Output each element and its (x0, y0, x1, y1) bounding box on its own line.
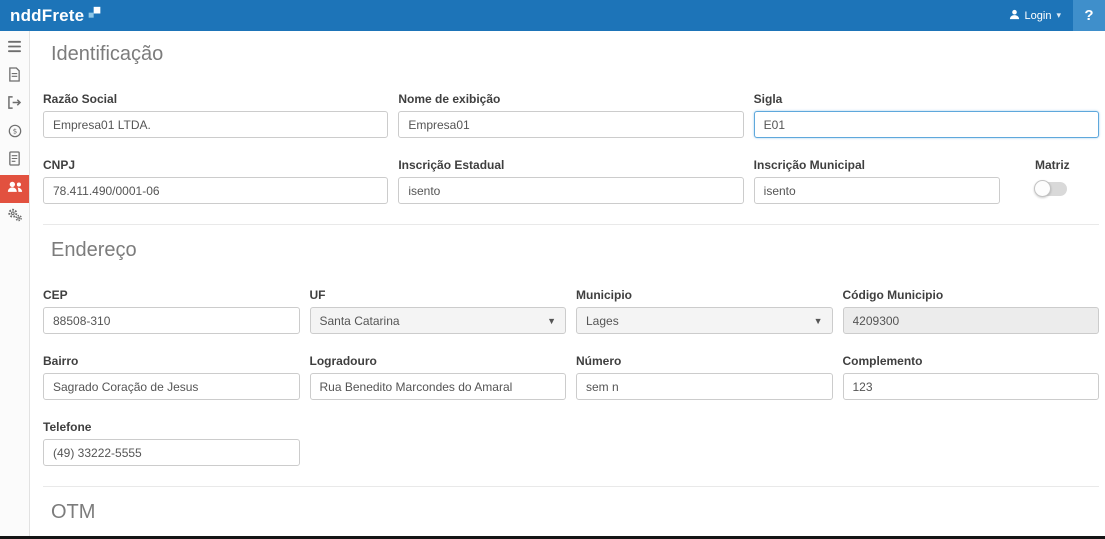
section-divider (43, 486, 1099, 487)
codigo-municipio-label: Código Municipio (843, 288, 1100, 302)
export-icon (7, 96, 22, 114)
municipio-label: Municipio (576, 288, 833, 302)
numero-label: Número (576, 354, 833, 368)
endereco-row-2: Bairro Logradouro Número Complemento (43, 354, 1099, 400)
sidebar: $ (0, 31, 30, 539)
section-title-endereco: Endereço (51, 239, 1099, 262)
user-icon (1009, 9, 1020, 23)
sigla-input[interactable] (754, 111, 1099, 138)
bairro-label: Bairro (43, 354, 300, 368)
coin-icon: $ (8, 124, 22, 143)
uf-select[interactable]: Santa Catarina ▼ (310, 307, 567, 334)
inscricao-municipal-label: Inscrição Municipal (754, 158, 1000, 172)
bairro-input[interactable] (43, 373, 300, 400)
menu-icon (7, 40, 22, 58)
brand-logo[interactable]: nddFrete (0, 6, 102, 26)
topbar-right: Login ▾ ? (997, 0, 1105, 31)
complemento-input[interactable] (843, 373, 1100, 400)
svg-text:$: $ (12, 127, 16, 135)
brand-squares-icon (87, 6, 102, 26)
nome-exibicao-input[interactable] (398, 111, 743, 138)
cnpj-label: CNPJ (43, 158, 388, 172)
chevron-down-icon: ▾ (1056, 10, 1061, 21)
login-button[interactable]: Login ▾ (997, 0, 1073, 31)
section-title-identificacao: Identificação (51, 43, 1099, 66)
top-bar: nddFrete Login ▾ ? (0, 0, 1105, 31)
municipio-select[interactable]: Lages ▼ (576, 307, 833, 334)
identificacao-row-2: CNPJ Inscrição Estadual Inscrição Munici… (43, 158, 1099, 204)
inscricao-estadual-input[interactable] (398, 177, 743, 204)
cep-input[interactable] (43, 307, 300, 334)
telefone-label: Telefone (43, 420, 300, 434)
inscricao-estadual-label: Inscrição Estadual (398, 158, 743, 172)
chevron-down-icon: ▼ (814, 316, 823, 326)
help-button[interactable]: ? (1073, 0, 1105, 31)
identificacao-row-1: Razão Social Nome de exibição Sigla (43, 92, 1099, 138)
cep-label: CEP (43, 288, 300, 302)
municipio-select-value: Lages (586, 314, 619, 328)
sidebar-item-companies[interactable] (0, 175, 29, 203)
main-content: Identificação Razão Social Nome de exibi… (31, 31, 1105, 539)
endereco-row-1: CEP UF Santa Catarina ▼ Municipio Lages … (43, 288, 1099, 334)
gears-icon (7, 208, 23, 227)
numero-input[interactable] (576, 373, 833, 400)
sidebar-item-menu[interactable] (0, 35, 29, 63)
matriz-toggle[interactable] (1035, 182, 1067, 196)
endereco-row-3: Telefone (43, 420, 1099, 466)
codigo-municipio-input (843, 307, 1100, 334)
razao-social-label: Razão Social (43, 92, 388, 106)
sigla-label: Sigla (754, 92, 1099, 106)
logradouro-label: Logradouro (310, 354, 567, 368)
cnpj-input[interactable] (43, 177, 388, 204)
users-icon (7, 180, 23, 198)
section-title-otm: OTM (51, 501, 1099, 524)
matriz-label: Matriz (1035, 158, 1099, 172)
sidebar-item-export[interactable] (0, 91, 29, 119)
invoice-icon (8, 67, 21, 87)
inscricao-municipal-input[interactable] (754, 177, 1000, 204)
complemento-label: Complemento (843, 354, 1100, 368)
section-divider (43, 224, 1099, 225)
sidebar-item-settings[interactable] (0, 203, 29, 231)
sidebar-item-billing[interactable]: $ (0, 119, 29, 147)
matriz-toggle-knob (1034, 180, 1051, 197)
brand-text: nddFrete (10, 6, 84, 26)
telefone-input[interactable] (43, 439, 300, 466)
login-label: Login (1025, 10, 1052, 22)
document-icon (8, 151, 21, 171)
logradouro-input[interactable] (310, 373, 567, 400)
uf-select-value: Santa Catarina (320, 314, 400, 328)
nome-exibicao-label: Nome de exibição (398, 92, 743, 106)
chevron-down-icon: ▼ (547, 316, 556, 326)
sidebar-item-invoice[interactable] (0, 63, 29, 91)
uf-label: UF (310, 288, 567, 302)
sidebar-item-document[interactable] (0, 147, 29, 175)
razao-social-input[interactable] (43, 111, 388, 138)
